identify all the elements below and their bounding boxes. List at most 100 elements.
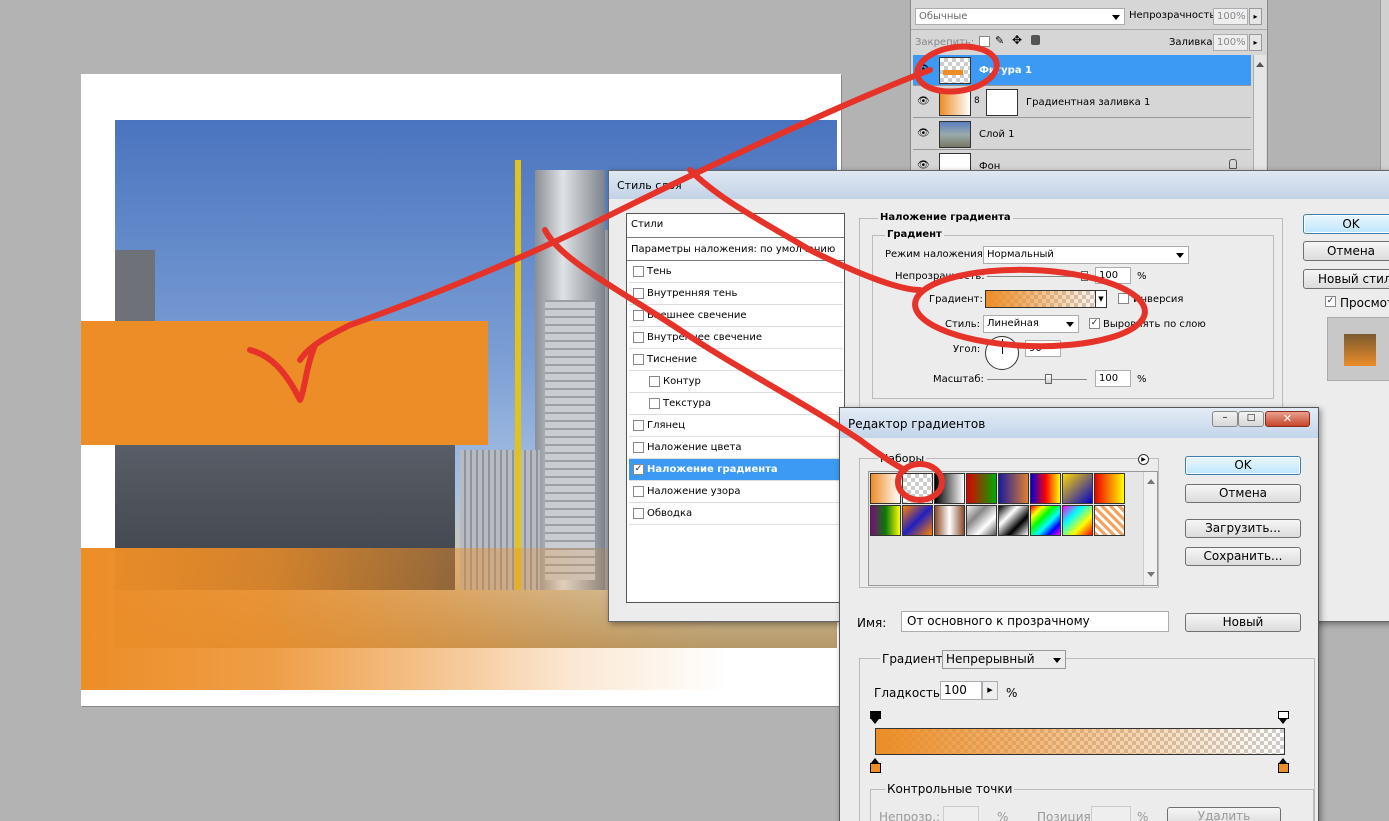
smoothness-arrow-icon[interactable]: ▶ xyxy=(982,681,998,700)
gradient-preset-swatch[interactable] xyxy=(966,473,997,504)
gradient-name-field[interactable]: От основного к прозрачному xyxy=(901,611,1169,632)
scale-field[interactable]: 100 xyxy=(1095,370,1131,387)
gradient-preset-swatch[interactable] xyxy=(870,505,901,536)
reverse-checkbox[interactable] xyxy=(1118,293,1129,304)
style-checkbox[interactable] xyxy=(633,420,644,431)
stop-position-field[interactable] xyxy=(1091,806,1131,821)
style-checkbox[interactable] xyxy=(633,310,644,321)
blend-mode-dropdown[interactable]: Нормальный xyxy=(983,246,1189,264)
close-icon[interactable]: ✕ xyxy=(1265,411,1310,427)
blending-options-item[interactable]: Параметры наложения: по умолчанию xyxy=(627,239,844,261)
gradient-preset-swatch[interactable] xyxy=(998,505,1029,536)
blend-mode-select[interactable]: Обычные xyxy=(915,8,1125,25)
opacity-stop-right[interactable] xyxy=(1278,711,1289,725)
opacity-slider-thumb[interactable] xyxy=(1081,271,1088,281)
opacity-stop-left[interactable] xyxy=(870,711,881,725)
gradient-preset-swatch[interactable] xyxy=(934,505,965,536)
style-item[interactable]: Текстура xyxy=(629,393,843,415)
fill-arrow-icon[interactable]: ▸ xyxy=(1249,34,1262,51)
lock-all-icon[interactable] xyxy=(1031,35,1040,45)
style-item[interactable]: Контур xyxy=(629,371,843,393)
smoothness-field[interactable]: 100 xyxy=(940,681,982,700)
style-dropdown[interactable]: Линейная xyxy=(983,315,1079,333)
style-item[interactable]: Обводка xyxy=(629,503,843,525)
gradient-preset-swatch[interactable] xyxy=(902,505,933,536)
style-item[interactable]: Внутренняя тень xyxy=(629,283,843,305)
style-checkbox[interactable] xyxy=(649,398,660,409)
style-checkbox[interactable] xyxy=(649,376,660,387)
lock-transparency-icon[interactable] xyxy=(979,36,990,47)
gradient-preset-swatch[interactable] xyxy=(1030,505,1061,536)
delete-stop-button[interactable]: Удалить xyxy=(1167,807,1281,821)
style-item[interactable]: Внутреннее свечение xyxy=(629,327,843,349)
gradient-preset-swatch[interactable] xyxy=(870,473,901,504)
gradient-bar[interactable] xyxy=(875,728,1285,755)
new-style-button[interactable]: Новый стиль... xyxy=(1303,269,1389,289)
load-button[interactable]: Загрузить... xyxy=(1185,519,1301,538)
scale-slider[interactable] xyxy=(987,374,1087,384)
gradient-type-dropdown[interactable]: Непрерывный xyxy=(942,650,1066,669)
opacity-arrow-icon[interactable]: ▸ xyxy=(1249,8,1262,25)
style-checkbox[interactable] xyxy=(633,508,644,519)
color-stop-left[interactable] xyxy=(870,758,881,773)
style-checkbox[interactable] xyxy=(633,332,644,343)
new-gradient-button[interactable]: Новый xyxy=(1185,613,1301,632)
layer-row[interactable]: 👁 Слой 1 xyxy=(913,119,1251,150)
style-item[interactable]: Глянец xyxy=(629,415,843,437)
style-ok-button[interactable]: OK xyxy=(1303,214,1389,234)
layer-name[interactable]: Слой 1 xyxy=(979,129,1015,140)
editor-ok-button[interactable]: OK xyxy=(1185,456,1301,475)
minimize-icon[interactable]: – xyxy=(1212,411,1238,427)
eye-icon[interactable]: 👁 xyxy=(917,64,930,75)
opacity-slider[interactable] xyxy=(987,271,1088,281)
gradient-dropdown-icon[interactable]: ▼ xyxy=(1095,290,1107,308)
gradient-preset-swatch[interactable] xyxy=(1030,473,1061,504)
angle-dial[interactable] xyxy=(985,336,1019,370)
style-checkbox[interactable] xyxy=(633,354,644,365)
gradient-preset-swatch[interactable] xyxy=(1062,473,1093,504)
align-checkbox[interactable]: ✓ xyxy=(1089,318,1100,329)
style-item[interactable]: Тень xyxy=(629,261,843,283)
layer-name[interactable]: Фигура 1 xyxy=(979,65,1032,76)
presets-menu-icon[interactable]: ▶ xyxy=(1138,454,1149,465)
scroll-up-icon[interactable] xyxy=(1256,58,1264,67)
stop-opacity-field[interactable] xyxy=(943,806,979,821)
layer-row[interactable]: 👁 8 Градиентная заливка 1 xyxy=(913,87,1251,118)
layer-row[interactable]: 👁 Фигура 1 xyxy=(913,55,1251,86)
gradient-preset-swatch[interactable] xyxy=(966,505,997,536)
scale-slider-thumb[interactable] xyxy=(1045,374,1052,384)
editor-titlebar[interactable]: Редактор градиентов – □ ✕ xyxy=(840,408,1318,438)
eye-icon[interactable]: 👁 xyxy=(917,96,930,107)
style-item[interactable]: Наложение цвета xyxy=(629,437,843,459)
angle-field[interactable]: 90 xyxy=(1025,340,1061,357)
gradient-preview-swatch[interactable] xyxy=(985,290,1107,308)
style-item[interactable]: Наложение узора xyxy=(629,481,843,503)
style-checkbox[interactable]: ✓ xyxy=(633,464,644,475)
gradient-preset-swatch[interactable] xyxy=(1094,473,1125,504)
gradient-preset-swatch[interactable] xyxy=(1094,505,1125,536)
editor-cancel-button[interactable]: Отмена xyxy=(1185,484,1301,503)
presets-scrollbar[interactable] xyxy=(1143,472,1157,585)
layer-opacity-field[interactable]: 100% xyxy=(1213,8,1248,25)
style-checkbox[interactable] xyxy=(633,266,644,277)
gradient-preset-swatch[interactable] xyxy=(934,473,965,504)
scroll-down-icon[interactable] xyxy=(1147,572,1155,581)
panel-scrollbar[interactable] xyxy=(1253,55,1266,172)
color-stop-right[interactable] xyxy=(1278,758,1289,773)
style-item[interactable]: Тиснение xyxy=(629,349,843,371)
canvas-scrollbar[interactable] xyxy=(1380,0,1389,190)
gradient-preset-swatch[interactable] xyxy=(998,473,1029,504)
style-cancel-button[interactable]: Отмена xyxy=(1303,241,1389,261)
styles-header[interactable]: Стили xyxy=(627,214,844,238)
lock-position-icon[interactable]: ✥ xyxy=(1012,33,1022,47)
eye-icon[interactable]: 👁 xyxy=(917,128,930,139)
gradient-preset-swatch[interactable] xyxy=(1062,505,1093,536)
gradient-preset-swatch[interactable] xyxy=(902,473,933,504)
style-checkbox[interactable] xyxy=(633,486,644,497)
save-button[interactable]: Сохранить... xyxy=(1185,547,1301,566)
lock-pixels-icon[interactable]: ✎ xyxy=(995,34,1004,47)
fill-field[interactable]: 100% xyxy=(1213,34,1248,51)
style-item[interactable]: Внешнее свечение xyxy=(629,305,843,327)
dialog-titlebar[interactable]: Стиль слоя xyxy=(609,171,1389,199)
scroll-up-icon[interactable] xyxy=(1147,475,1155,484)
